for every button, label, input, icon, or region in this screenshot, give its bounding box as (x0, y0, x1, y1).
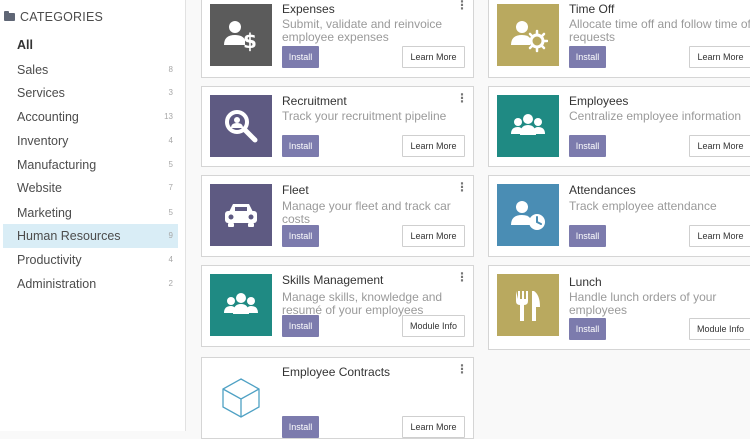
people-group-icon (210, 274, 272, 336)
category-marketing[interactable]: Marketing 5 (3, 201, 178, 225)
category-website[interactable]: Website 7 (3, 176, 178, 200)
category-productivity[interactable]: Productivity 4 (3, 248, 178, 272)
categories-title: CATEGORIES (20, 10, 104, 24)
app-title: Time Off (569, 2, 615, 16)
fork-knife-icon (497, 274, 559, 336)
app-card-employee-contracts[interactable]: Employee Contracts ⋮ Install Learn More (201, 357, 474, 439)
learn-more-button[interactable]: Learn More (402, 46, 465, 68)
install-button[interactable]: Install (282, 315, 319, 337)
app-title: Recruitment (282, 94, 347, 108)
app-description: Manage skills, knowledge and resumé of y… (282, 290, 443, 317)
cube-icon (210, 366, 272, 428)
install-button[interactable]: Install (569, 225, 606, 247)
card-menu-icon[interactable]: ⋮ (456, 180, 468, 194)
install-button[interactable]: Install (282, 416, 319, 438)
app-title: Employee Contracts (282, 365, 391, 379)
category-count: 7 (168, 183, 173, 192)
app-title: Fleet (282, 183, 309, 197)
category-count: 4 (168, 136, 173, 145)
app-description: Submit, validate and reinvoice employee … (282, 17, 443, 44)
category-services[interactable]: Services 3 (3, 81, 178, 105)
category-sales[interactable]: Sales 8 (3, 58, 178, 82)
install-button[interactable]: Install (282, 225, 319, 247)
category-count: 4 (168, 255, 173, 264)
install-button[interactable]: Install (569, 318, 606, 340)
magnifier-icon (210, 95, 272, 157)
category-manufacturing[interactable]: Manufacturing 5 (3, 153, 178, 177)
card-menu-icon[interactable]: ⋮ (456, 270, 468, 284)
app-description: Track employee attendance (569, 199, 717, 213)
category-administration[interactable]: Administration 2 (3, 272, 178, 296)
app-card-fleet[interactable]: Fleet Manage your fleet and track car co… (201, 175, 474, 257)
category-label: Marketing (17, 206, 72, 220)
category-label: Productivity (17, 253, 82, 267)
expenses-icon: $ (210, 4, 272, 66)
learn-more-button[interactable]: Learn More (689, 46, 750, 68)
install-button[interactable]: Install (282, 46, 319, 68)
category-accounting[interactable]: Accounting 13 (3, 105, 178, 129)
install-button[interactable]: Install (282, 135, 319, 157)
category-count: 9 (168, 231, 173, 240)
category-label: Accounting (17, 110, 79, 124)
learn-more-button[interactable]: Learn More (689, 135, 750, 157)
app-description: Manage your fleet and track car costs (282, 199, 451, 226)
category-count: 5 (168, 208, 173, 217)
app-description: Allocate time off and follow time off re… (569, 17, 750, 44)
people-group-icon (497, 95, 559, 157)
category-label: Sales (17, 63, 49, 77)
learn-more-button[interactable]: Learn More (402, 135, 465, 157)
category-count: 8 (168, 65, 173, 74)
category-label: All (17, 38, 33, 52)
categories-sidebar: CATEGORIES All Sales 8 Services 3 Accoun… (0, 0, 186, 431)
app-card-employees[interactable]: Employees Centralize employee informatio… (488, 86, 750, 167)
category-count: 5 (168, 160, 173, 169)
app-card-expenses[interactable]: $ Expenses Submit, validate and reinvoic… (201, 0, 474, 78)
svg-text:$: $ (243, 29, 257, 53)
category-all[interactable]: All (3, 33, 178, 57)
category-label: Manufacturing (17, 158, 97, 172)
card-menu-icon[interactable]: ⋮ (456, 91, 468, 105)
learn-more-button[interactable]: Learn More (689, 225, 750, 247)
module-info-button[interactable]: Module Info (402, 315, 465, 337)
app-card-time-off[interactable]: Time Off Allocate time off and follow ti… (488, 0, 750, 78)
category-label: Inventory (17, 134, 69, 148)
app-description: Track your recruitment pipeline (282, 109, 447, 123)
category-count: 3 (168, 88, 173, 97)
category-count: 2 (168, 279, 173, 288)
app-title: Expenses (282, 2, 335, 16)
user-clock-icon (497, 184, 559, 246)
app-description: Centralize employee information (569, 109, 742, 123)
categories-header: CATEGORIES (4, 10, 103, 24)
category-human-resources[interactable]: Human Resources 9 (3, 224, 178, 248)
app-card-recruitment[interactable]: Recruitment Track your recruitment pipel… (201, 86, 474, 167)
app-description: Handle lunch orders of your employees (569, 290, 717, 317)
folder-icon (4, 11, 15, 21)
learn-more-button[interactable]: Learn More (402, 416, 465, 438)
install-button[interactable]: Install (569, 46, 606, 68)
app-title: Employees (569, 94, 629, 108)
category-label: Administration (17, 277, 97, 291)
learn-more-button[interactable]: Learn More (402, 225, 465, 247)
install-button[interactable]: Install (569, 135, 606, 157)
app-card-skills-management[interactable]: Skills Management Manage skills, knowled… (201, 265, 474, 347)
category-label: Services (17, 86, 65, 100)
app-card-lunch[interactable]: Lunch Handle lunch orders of your employ… (488, 265, 750, 350)
time-off-icon (497, 4, 559, 66)
card-menu-icon[interactable]: ⋮ (456, 0, 468, 12)
car-icon (210, 184, 272, 246)
app-card-attendances[interactable]: Attendances Track employee attendance In… (488, 175, 750, 257)
category-label: Website (17, 181, 62, 195)
app-title: Attendances (569, 183, 636, 197)
module-info-button[interactable]: Module Info (689, 318, 750, 340)
card-menu-icon[interactable]: ⋮ (456, 362, 468, 376)
app-title: Lunch (569, 275, 602, 289)
category-label: Human Resources (17, 229, 121, 243)
category-inventory[interactable]: Inventory 4 (3, 129, 178, 153)
app-title: Skills Management (282, 273, 384, 287)
category-count: 13 (164, 112, 173, 121)
